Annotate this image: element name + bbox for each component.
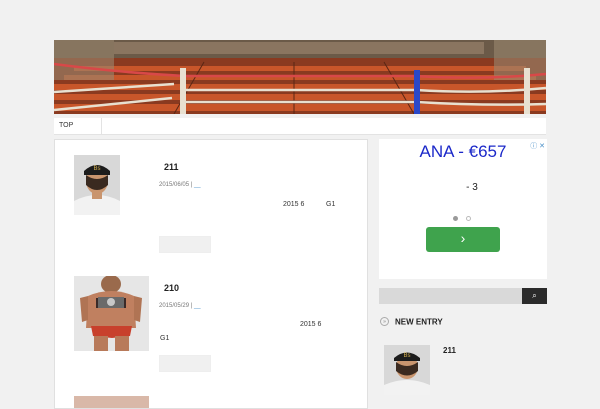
header-banner-image xyxy=(54,40,546,114)
chevron-right-icon: › xyxy=(460,230,466,246)
search-form: ⌕ xyxy=(379,288,547,304)
new-entry-title[interactable]: 211 xyxy=(443,346,456,355)
ad-subtext: - 3 xyxy=(466,182,478,193)
post-entry: 210 2015/05/29 | __ 2015 6 G1 xyxy=(55,261,367,376)
ad-cta-button[interactable]: › xyxy=(426,227,500,252)
post-date: 2015/05/29 xyxy=(159,303,190,309)
carousel-dot-active[interactable] xyxy=(453,216,458,221)
search-input[interactable] xyxy=(379,288,522,304)
post-thumbnail[interactable]: Bs xyxy=(74,155,120,215)
post-date: 2015/06/05 xyxy=(159,182,190,188)
svg-text:Bs: Bs xyxy=(403,353,410,359)
post-excerpt-text: 2015 6 xyxy=(300,321,322,328)
post-title[interactable]: 210 xyxy=(164,283,179,293)
post-category-link[interactable]: __ xyxy=(194,303,201,309)
main-content: Bs 211 2015/06/05 | __ 2015 6 G1 210 201… xyxy=(54,139,368,409)
sidebar-ad[interactable]: ⓘ ✕ ANA - €657 - 3 › xyxy=(379,139,547,279)
nav-item-top[interactable]: TOP xyxy=(54,118,102,134)
arrow-circle-icon: » xyxy=(380,317,389,327)
post-thumbnail[interactable] xyxy=(74,276,149,351)
carousel-dot[interactable] xyxy=(466,216,471,221)
post-meta: 2015/05/29 | __ xyxy=(159,303,201,309)
svg-text:Bs: Bs xyxy=(93,166,100,172)
new-entry-heading: » NEW ENTRY xyxy=(380,317,443,327)
widget-title: NEW ENTRY xyxy=(395,317,443,327)
post-excerpt-text: 2015 6 xyxy=(283,201,305,208)
post-excerpt-text: G1 xyxy=(160,335,170,342)
search-icon: ⌕ xyxy=(532,291,537,300)
read-more-button[interactable] xyxy=(159,236,211,253)
post-category-link[interactable]: __ xyxy=(194,182,201,188)
post-title[interactable]: 211 xyxy=(164,162,179,172)
post-excerpt-text: G1 xyxy=(326,201,336,208)
post-meta: 2015/06/05 | __ xyxy=(159,182,201,188)
new-entry-thumbnail[interactable]: Bs xyxy=(384,345,430,395)
read-more-button[interactable] xyxy=(159,355,211,372)
search-button[interactable]: ⌕ xyxy=(522,288,547,304)
top-navigation: TOP xyxy=(54,118,546,135)
ad-headline[interactable]: ANA - €657 xyxy=(379,142,547,162)
post-entry: Bs 211 2015/06/05 | __ 2015 6 G1 xyxy=(55,140,367,255)
post-thumbnail[interactable] xyxy=(74,396,149,408)
